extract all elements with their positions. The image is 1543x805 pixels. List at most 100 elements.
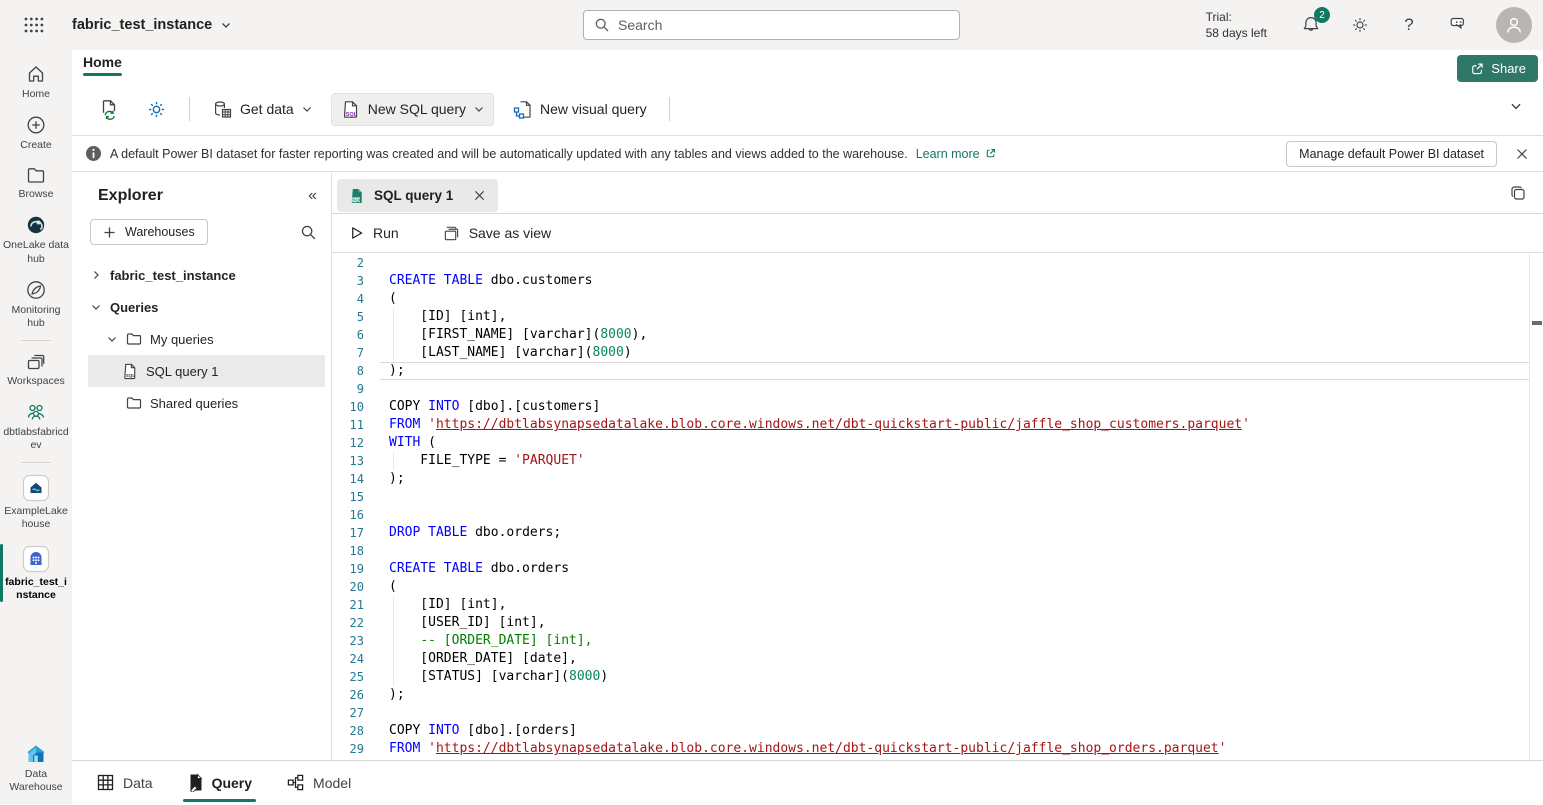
line-number: 17 [332,524,364,542]
ruler-cursor-mark[interactable] [1532,321,1542,325]
code-line-21[interactable]: 21 [ID] [int], [332,596,1529,614]
run-label: Run [373,225,399,241]
code-line-6[interactable]: 6 [FIRST_NAME] [varchar](8000), [332,326,1529,344]
get-data-icon [212,99,233,120]
code-line-8[interactable]: 8); [332,362,1529,380]
feedback-button[interactable] [1447,14,1469,36]
workspace-switcher[interactable]: fabric_test_instance [72,0,232,50]
code-line-15[interactable]: 15 [332,488,1529,506]
line-number: 28 [332,722,364,740]
code-line-29[interactable]: 29FROM 'https://dbtlabsynapsedatalake.bl… [332,740,1529,758]
code-line-18[interactable]: 18 [332,542,1529,560]
notification-badge: 2 [1314,7,1330,23]
line-number: 27 [332,704,364,722]
new-visual-query-button[interactable]: New visual query [504,94,655,125]
rail-item-examplelakehouse[interactable]: ExampleLakehouse [0,467,72,537]
code-line-13[interactable]: 13 FILE_TYPE = 'PARQUET' [332,452,1529,470]
avatar[interactable] [1496,7,1532,43]
tree-item-queries[interactable]: Queries [72,291,331,323]
rail-item-label: ExampleLakehouse [3,505,69,531]
tree-label: SQL query 1 [146,364,219,379]
code-line-25[interactable]: 25 [STATUS] [varchar](8000) [332,668,1529,686]
code-line-19[interactable]: 19CREATE TABLE dbo.orders [332,560,1529,578]
close-icon [473,189,486,202]
code-line-17[interactable]: 17DROP TABLE dbo.orders; [332,524,1529,542]
rail-item-workspaces[interactable]: Workspaces [0,345,72,394]
code-line-23[interactable]: 23 -- [ORDER_DATE] [int], [332,632,1529,650]
code-line-9[interactable]: 9 [332,380,1529,398]
tree-item-warehouse-root[interactable]: fabric_test_instance [72,259,331,291]
rail-item-monitoring-hub[interactable]: Monitoring hub [0,272,72,336]
line-number: 14 [332,470,364,488]
code-line-10[interactable]: 10COPY INTO [dbo].[customers] [332,398,1529,416]
collapse-panel-icon[interactable]: « [308,187,317,205]
query-settings-button[interactable] [138,94,175,125]
settings-button[interactable] [1349,14,1371,36]
get-data-button[interactable]: Get data [204,94,321,125]
learn-more-link[interactable]: Learn more [916,147,997,161]
create-icon [25,114,47,136]
code-line-5[interactable]: 5 [ID] [int], [332,308,1529,326]
editor-overview-ruler[interactable] [1529,254,1543,760]
new-sql-query-button[interactable]: SQL New SQL query [331,93,494,126]
warehouseapp-icon [22,545,50,573]
copy-button[interactable] [1509,184,1528,203]
rail-item-dbtlabsfabricdev[interactable]: dbtlabsfabricdev [0,394,72,458]
chevron-down-icon [106,333,118,345]
refresh-button[interactable] [90,93,128,125]
info-icon [85,145,102,162]
rail-item-browse[interactable]: Browse [0,158,72,207]
code-line-22[interactable]: 22 [USER_ID] [int], [332,614,1529,632]
rail-item-fabric-test-instance[interactable]: fabric_test_instance [0,538,72,608]
code-line-3[interactable]: 3CREATE TABLE dbo.customers [332,272,1529,290]
rail-item-onelake-data-hub[interactable]: OneLake data hub [0,207,72,271]
manage-default-dataset-button[interactable]: Manage default Power BI dataset [1286,141,1497,167]
save-as-view-button[interactable]: Save as view [443,225,551,242]
line-number: 23 [332,632,364,650]
ribbon-expand-button[interactable] [1509,99,1523,113]
line-number: 25 [332,668,364,686]
tab-home[interactable]: Home [83,54,122,70]
line-number: 16 [332,506,364,524]
code-line-7[interactable]: 7 [LAST_NAME] [varchar](8000) [332,344,1529,362]
rail-item-create[interactable]: Create [0,107,72,158]
code-line-27[interactable]: 27 [332,704,1529,722]
share-button[interactable]: Share [1457,55,1538,82]
plus-icon [103,226,116,239]
rail-item-label: Workspaces [7,375,65,388]
search-input[interactable]: Search [583,10,960,40]
code-line-20[interactable]: 20( [332,578,1529,596]
bottom-tab-model[interactable]: Model [286,761,351,805]
banner-close-button[interactable] [1511,143,1533,165]
code-line-12[interactable]: 12WITH ( [332,434,1529,452]
refresh-doc-icon [98,98,120,120]
code-line-14[interactable]: 14); [332,470,1529,488]
run-button[interactable]: Run [349,225,399,241]
save-as-view-icon [443,225,460,242]
help-button[interactable]: ? [1398,14,1420,36]
tree-item-sql-query-1[interactable]: SQL SQL query 1 [88,355,325,387]
code-line-4[interactable]: 4( [332,290,1529,308]
rail-item-home[interactable]: Home [0,56,72,107]
code-line-11[interactable]: 11FROM 'https://dbtlabsynapsedatalake.bl… [332,416,1529,434]
visual-query-icon [512,99,533,120]
code-line-26[interactable]: 26); [332,686,1529,704]
code-line-24[interactable]: 24 [ORDER_DATE] [date], [332,650,1529,668]
sql-code-editor[interactable]: 23CREATE TABLE dbo.customers4(5 [ID] [in… [332,254,1529,760]
bottom-tab-query[interactable]: Query [187,761,252,805]
code-line-2[interactable]: 2 [332,254,1529,272]
bottom-tab-data[interactable]: Data [96,761,153,805]
warehouses-button[interactable]: Warehouses [90,219,208,245]
line-number: 20 [332,578,364,596]
rail-item-data-warehouse[interactable]: Data Warehouse [0,736,72,800]
tree-item-my-queries[interactable]: My queries [72,323,331,355]
code-line-28[interactable]: 28COPY INTO [dbo].[orders] [332,722,1529,740]
notifications-button[interactable]: 2 [1300,14,1322,36]
tab-sql-query-1[interactable]: SQL SQL query 1 [337,179,498,212]
code-line-16[interactable]: 16 [332,506,1529,524]
tab-close-button[interactable] [470,187,488,205]
app-launcher-icon[interactable] [22,14,46,36]
line-number: 15 [332,488,364,506]
tree-item-shared-queries[interactable]: Shared queries [72,387,331,419]
explorer-search-icon[interactable] [300,224,317,241]
